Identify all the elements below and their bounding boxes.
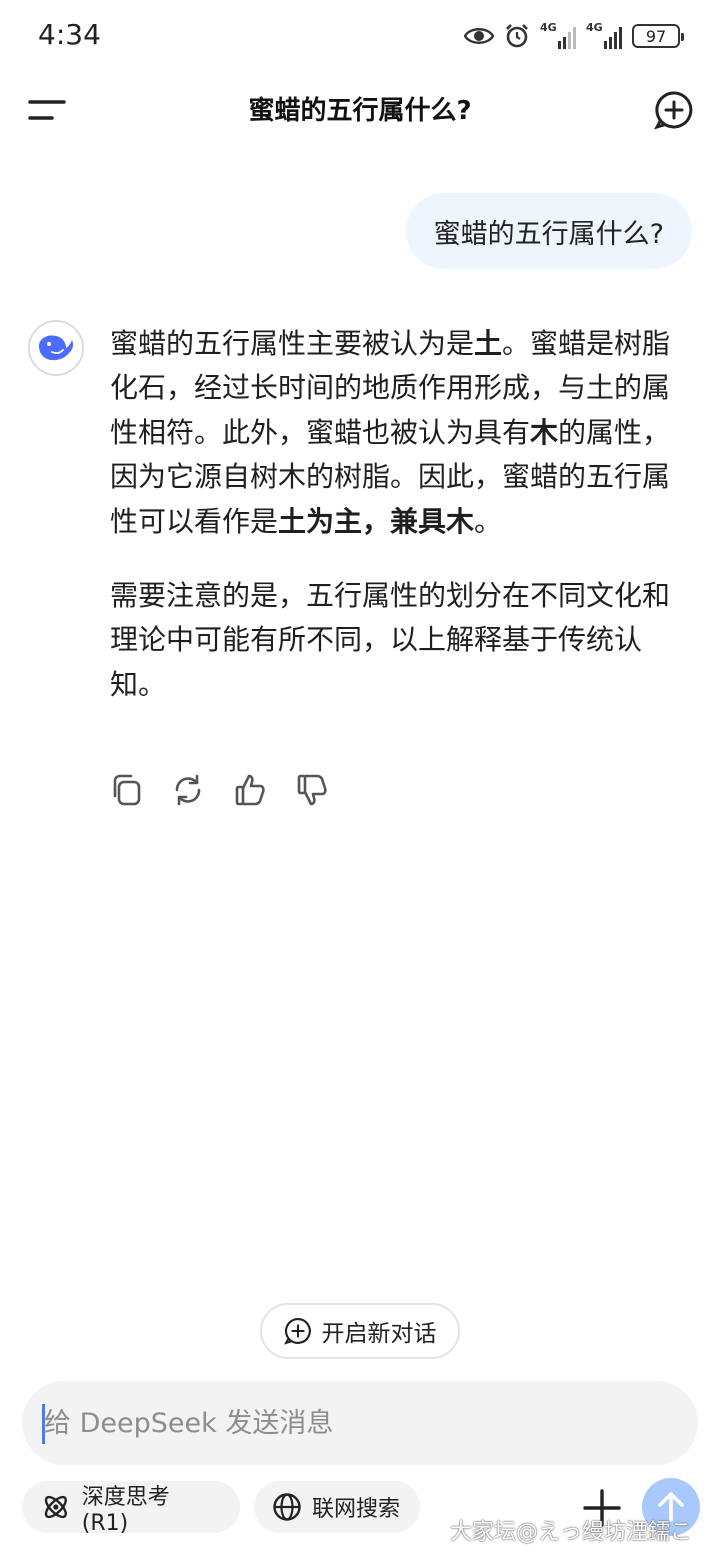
message-input-container[interactable] bbox=[22, 1381, 698, 1465]
eye-icon bbox=[464, 28, 494, 44]
user-message-text: 蜜蜡的五行属什么? bbox=[433, 218, 664, 250]
copy-icon[interactable] bbox=[110, 772, 142, 808]
thumbs-down-icon[interactable] bbox=[296, 772, 328, 808]
answer-text-segment: 。 bbox=[474, 504, 503, 538]
regenerate-icon[interactable] bbox=[172, 772, 204, 808]
signal-icon: 4G bbox=[540, 21, 576, 49]
deep-think-button[interactable]: 深度思考 (R1) bbox=[22, 1481, 240, 1536]
answer-paragraph-2: 需要注意的是，五行属性的划分在不同文化和理论中可能有所不同，以上解释基于传统认知… bbox=[110, 579, 671, 701]
new-chat-plus-icon[interactable] bbox=[654, 90, 694, 130]
assistant-answer: 蜜蜡的五行属性主要被认为是土。蜜蜡是树脂化石，经过长时间的地质作用形成，与土的属… bbox=[110, 322, 680, 707]
battery-level: 97 bbox=[645, 26, 667, 46]
new-conversation-button[interactable]: 开启新对话 bbox=[260, 1303, 460, 1359]
watermark-text: 大家坛@えっ缦坊湮鑐こ bbox=[450, 1520, 693, 1545]
deepseek-whale-icon bbox=[39, 335, 73, 361]
web-search-button[interactable]: 联网搜索 bbox=[254, 1481, 420, 1533]
web-search-label: 联网搜索 bbox=[312, 1497, 401, 1522]
assistant-avatar bbox=[28, 320, 84, 376]
answer-text-segment: 蜜蜡的五行属性主要被认为是 bbox=[110, 327, 475, 360]
thumbs-up-icon[interactable] bbox=[234, 772, 266, 808]
answer-bold-segment: 土为主，兼具木 bbox=[278, 504, 475, 538]
alarm-icon bbox=[506, 24, 528, 48]
user-message-bubble: 蜜蜡的五行属什么? bbox=[405, 193, 692, 269]
answer-bold-segment: 土 bbox=[474, 327, 503, 360]
status-icons: 4G 4G 97 bbox=[464, 20, 684, 52]
atom-icon bbox=[44, 1495, 67, 1519]
message-input[interactable] bbox=[44, 1381, 674, 1465]
status-bar: 4:34 4G 4G 97 bbox=[0, 0, 720, 72]
page-title: 蜜蜡的五行属什么? bbox=[248, 96, 472, 126]
status-time: 4:34 bbox=[38, 18, 101, 51]
battery-icon: 97 bbox=[632, 24, 684, 48]
new-conversation-label: 开启新对话 bbox=[321, 1321, 437, 1347]
new-chat-plus-icon bbox=[283, 1318, 311, 1345]
top-bar: 蜜蜡的五行属什么? bbox=[0, 72, 720, 148]
signal-icon-2: 4G bbox=[586, 21, 622, 49]
answer-bold-segment: 木 bbox=[530, 415, 559, 449]
message-actions bbox=[110, 772, 328, 808]
globe-icon bbox=[273, 1493, 301, 1521]
answer-paragraph-1: 蜜蜡的五行属性主要被认为是土。蜜蜡是树脂化石，经过长时间的地质作用形成，与土的属… bbox=[110, 322, 680, 544]
deep-think-label: 深度思考 (R1) bbox=[81, 1484, 170, 1536]
